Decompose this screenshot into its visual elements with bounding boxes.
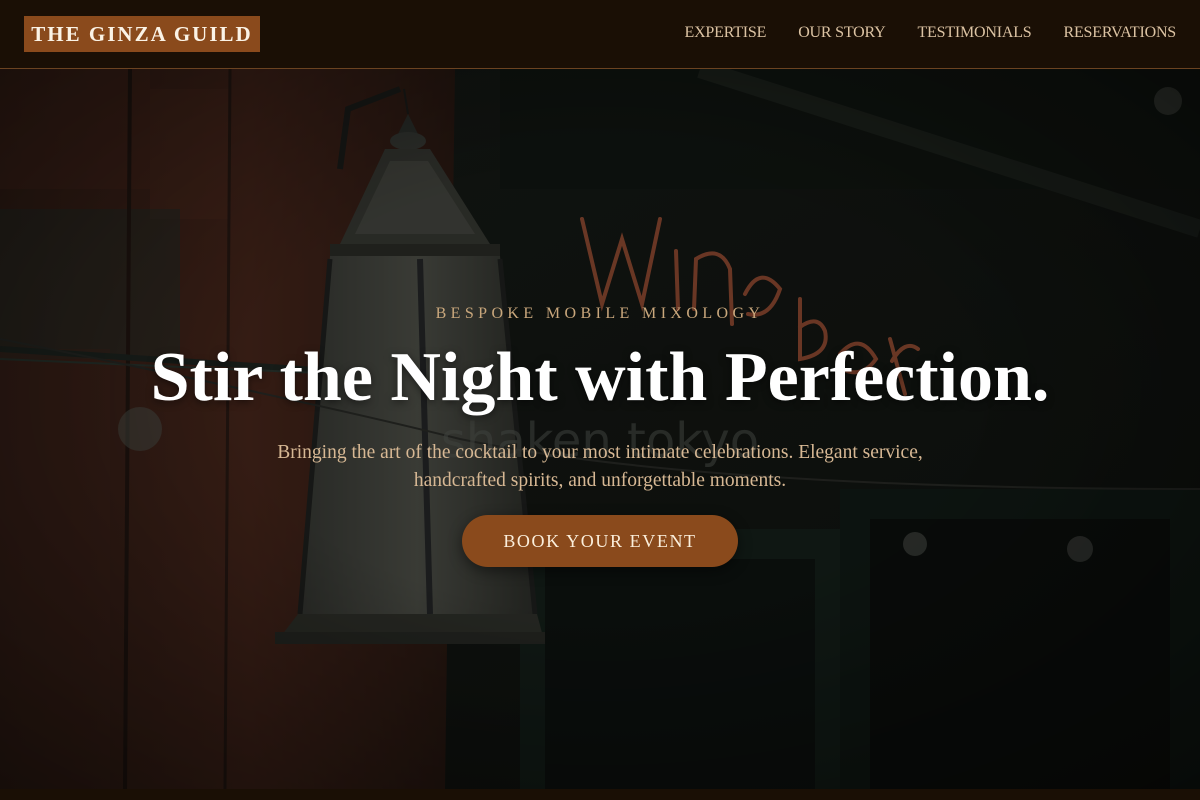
hero-eyebrow: BESPOKE MOBILE MIXOLOGY <box>435 305 765 322</box>
hero-content: BESPOKE MOBILE MIXOLOGY Stir the Night w… <box>0 69 1200 789</box>
brand-logo[interactable]: THE GINZA GUILD <box>24 16 260 52</box>
hero-subcopy-line-1: Bringing the art of the cocktail to your… <box>277 442 923 463</box>
nav-link-testimonials[interactable]: TESTIMONIALS <box>917 23 1031 43</box>
nav-link-reservations[interactable]: RESERVATIONS <box>1064 23 1177 43</box>
nav-links: EXPERTISE OUR STORY TESTIMONIALS RESERVA… <box>685 23 1177 43</box>
hero-headline: Stir the Night with Perfection. <box>150 339 1050 416</box>
hero-section: shaken tokyo BESPOKE MOBILE MIXOLOGY Sti… <box>0 69 1200 789</box>
top-navigation: THE GINZA GUILD EXPERTISE OUR STORY TEST… <box>0 0 1200 69</box>
hero-subcopy: Bringing the art of the cocktail to your… <box>260 439 940 495</box>
book-event-button[interactable]: BOOK YOUR EVENT <box>462 515 738 567</box>
hero-subcopy-line-2: handcrafted spirits, and unforgettable m… <box>413 470 787 491</box>
section-divider <box>0 789 1200 800</box>
nav-link-expertise[interactable]: EXPERTISE <box>685 23 767 43</box>
nav-link-our-story[interactable]: OUR STORY <box>798 23 885 43</box>
